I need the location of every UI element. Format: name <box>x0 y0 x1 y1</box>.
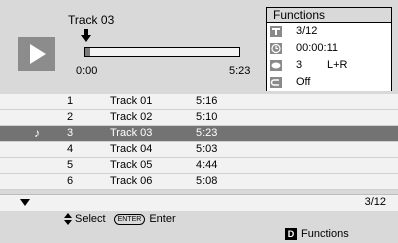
title-icon <box>270 26 282 37</box>
track-title: Track 02 <box>110 111 153 123</box>
track-row[interactable]: 5 Track 05 4:44 <box>0 158 398 174</box>
enter-label: Enter <box>149 213 176 225</box>
select-label: Select <box>75 213 106 225</box>
track-duration: 5:08 <box>196 175 218 187</box>
function-row-repeat[interactable]: Off <box>267 74 391 91</box>
progress-bar <box>84 47 240 57</box>
function-value: 3 <box>296 59 303 71</box>
track-duration: 5:16 <box>196 95 218 107</box>
repeat-icon <box>270 77 282 88</box>
function-value: Off <box>296 76 311 88</box>
track-row[interactable]: 4 Track 04 5:03 <box>0 142 398 158</box>
clock-icon <box>270 43 282 54</box>
time-end: 5:23 <box>229 65 251 77</box>
progress-bar-fill <box>85 48 90 56</box>
functions-panel: Functions 3/12 00:00:11 3 L+R Off <box>266 7 392 91</box>
help-bar: Select ENTER Enter <box>64 213 176 225</box>
track-number: 1 <box>67 95 74 107</box>
track-row[interactable]: 2 Track 02 5:10 <box>0 110 398 126</box>
track-title: Track 05 <box>110 159 153 171</box>
function-row-audio[interactable]: 3 L+R <box>267 57 391 74</box>
track-number: 4 <box>67 143 74 155</box>
track-row[interactable]: 6 Track 06 5:08 <box>0 174 398 190</box>
track-title: Track 01 <box>110 95 153 107</box>
time-start: 0:00 <box>76 65 98 77</box>
track-duration: 5:23 <box>196 127 218 139</box>
track-row[interactable]: 1 Track 01 5:16 <box>0 94 398 110</box>
functions-hint: D Functions <box>285 228 349 240</box>
position-marker-icon <box>81 29 91 42</box>
scroll-down-icon[interactable] <box>20 199 30 206</box>
list-pager: 3/12 <box>0 194 398 211</box>
function-value-secondary: L+R <box>327 59 348 71</box>
track-duration: 5:03 <box>196 143 218 155</box>
player-screen: Track 03 0:00 5:23 Functions 3/12 00:00:… <box>0 0 398 243</box>
now-playing-note-icon: ♪ <box>34 126 40 140</box>
play-icon[interactable] <box>18 37 55 71</box>
track-title: Track 06 <box>110 175 153 187</box>
track-row[interactable]: ♪ 3 Track 03 5:23 <box>0 126 398 142</box>
enter-key-icon: ENTER <box>113 213 146 225</box>
functions-hint-label: Functions <box>301 228 349 240</box>
d-key-icon: D <box>285 228 297 240</box>
function-value: 3/12 <box>296 25 318 37</box>
function-row-time[interactable]: 00:00:11 <box>267 40 391 57</box>
page-indicator: 3/12 <box>364 196 386 208</box>
function-row-title[interactable]: 3/12 <box>267 23 391 40</box>
audio-icon <box>270 60 282 71</box>
track-duration: 4:44 <box>196 159 218 171</box>
track-title: Track 03 <box>110 127 153 139</box>
track-title: Track 04 <box>110 143 153 155</box>
functions-title: Functions <box>267 8 391 23</box>
track-duration: 5:10 <box>196 111 218 123</box>
up-down-arrows-icon <box>64 213 72 225</box>
track-number: 2 <box>67 111 74 123</box>
track-number: 5 <box>67 159 74 171</box>
track-number: 3 <box>67 127 74 139</box>
function-value: 00:00:11 <box>296 42 339 54</box>
track-list: 1 Track 01 5:16 2 Track 02 5:10 ♪ 3 Track 03 5:23… <box>0 94 398 190</box>
track-number: 6 <box>67 175 74 187</box>
now-playing-title: Track 03 <box>68 13 115 27</box>
